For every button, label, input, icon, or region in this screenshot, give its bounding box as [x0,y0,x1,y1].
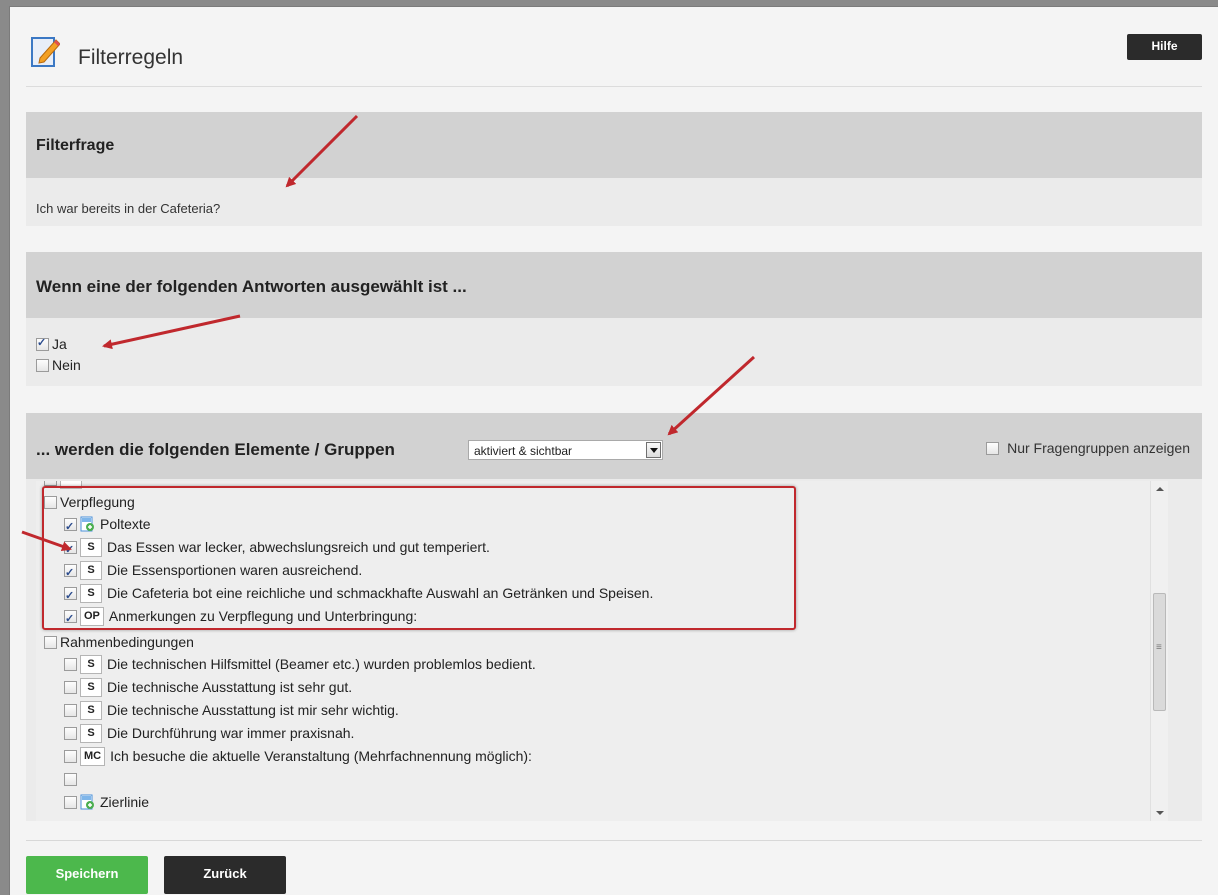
group-rahmenbedingungen-checkbox[interactable] [44,635,57,649]
tree-item-label: Zierlinie [100,794,150,810]
tree-item-label: Die technische Ausstattung ist sehr gut. [107,679,353,695]
question-type-badge: S [80,723,102,743]
group-rahmenbedingungen-label: Rahmenbedingungen [60,634,194,650]
annotation-highlight-box [42,486,796,630]
edit-document-icon [31,37,60,67]
tree-item-checkbox[interactable] [64,795,77,809]
tree-item-label: Die Durchführung war immer praxisnah. [107,725,355,741]
footer-divider [26,840,1202,841]
scroll-down-icon[interactable] [1151,804,1168,821]
element-tree: Verpflegung Poltexte SDas Essen war leck… [36,481,1168,821]
tree-item[interactable]: MC Ich besuche die aktuelle Veranstaltung… [64,745,532,767]
group-rahmenbedingungen[interactable]: Rahmenbedingungen [44,631,194,653]
page-header: Filterregeln Hilfe [26,30,1202,87]
tree-item-checkbox[interactable] [64,726,77,740]
tree-item[interactable]: S Die Durchführung war immer praxisnah. [64,722,354,744]
elements-heading: ... werden die folgenden Elemente / Grup… [36,440,395,459]
chevron-down-icon[interactable] [646,442,661,458]
visibility-dropdown-value: aktiviert & sichtbar [474,444,573,458]
tree-item-label: Die technische Ausstattung ist mir sehr … [107,702,399,718]
tree-item-checkbox[interactable] [64,680,77,694]
tree-item-label: Die technischen Hilfsmittel (Beamer etc.… [107,656,536,672]
tree-item-checkbox[interactable] [64,703,77,717]
filter-question-section: Filterfrage Ich war bereits in der Cafet… [26,112,1202,226]
answer-ja[interactable]: Ja [36,336,67,352]
tree-item-checkbox[interactable] [64,772,77,786]
filter-question-heading: Filterfrage [36,137,115,154]
tree-item[interactable]: S Die technischen Hilfsmittel (Beamer etc… [64,653,536,675]
tree-item[interactable]: S Die technische Ausstattung ist mir sehr… [64,699,399,721]
tree-scrollbar[interactable] [1150,481,1168,821]
scroll-thumb[interactable] [1153,593,1166,711]
tree-item[interactable]: S Die technische Ausstattung ist sehr gut… [64,676,352,698]
elements-section: ... werden die folgenden Elemente / Grup… [26,413,1202,821]
tree-item[interactable] [64,768,80,790]
answer-ja-label: Ja [52,336,67,352]
tree-item-label: Ich besuche die aktuelle Veranstaltung (… [110,748,532,764]
answers-section: Wenn eine der folgenden Antworten ausgew… [26,252,1202,386]
question-type-badge: S [80,700,102,720]
answers-heading: Wenn eine der folgenden Antworten ausgew… [36,277,467,296]
question-type-badge: S [80,654,102,674]
only-groups-label: Nur Fragengruppen anzeigen [1007,440,1190,456]
only-groups-toggle[interactable]: Nur Fragengruppen anzeigen [986,440,1190,456]
answer-ja-checkbox[interactable] [36,336,49,351]
save-button[interactable]: Speichern [26,856,148,894]
question-type-badge: MC [80,746,106,766]
only-groups-checkbox[interactable] [986,441,1000,455]
scroll-up-icon[interactable] [1151,481,1168,498]
answer-nein-checkbox[interactable] [36,358,49,372]
visibility-dropdown[interactable]: aktiviert & sichtbar [468,440,663,460]
page-title: Filterregeln [78,46,184,69]
answer-nein-label: Nein [52,357,81,373]
elements-header: ... werden die folgenden Elemente / Grup… [26,413,1202,479]
filter-question-text: Ich war bereits in der Cafeteria? [36,201,221,216]
question-type-badge: S [80,677,102,697]
tree-item-checkbox[interactable] [64,749,77,763]
filter-question-header: Filterfrage [26,112,1202,178]
answer-nein[interactable]: Nein [36,357,81,373]
tree-item-checkbox[interactable] [64,657,77,671]
back-button[interactable]: Zurück [164,856,286,894]
help-button[interactable]: Hilfe [1127,34,1202,60]
tree-item[interactable]: Zierlinie [64,791,149,813]
page-add-icon [80,794,94,810]
answers-header: Wenn eine der folgenden Antworten ausgew… [26,252,1202,318]
